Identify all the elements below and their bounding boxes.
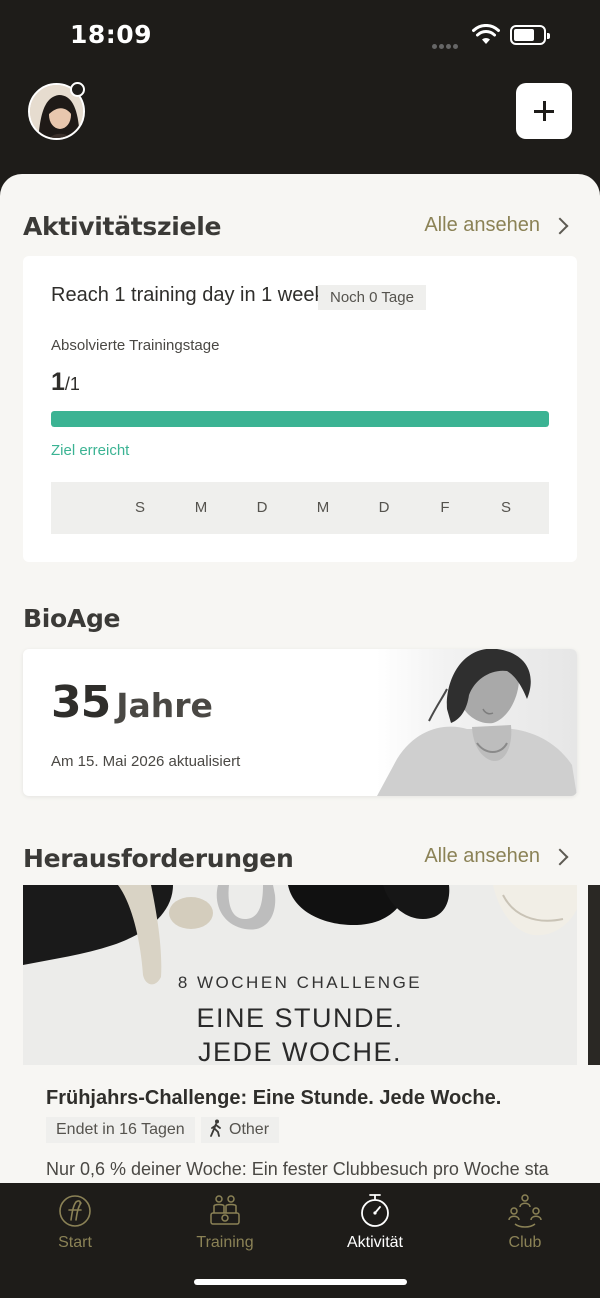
week-days-row: S M D M D F S [51, 482, 549, 534]
wifi-icon [472, 24, 500, 44]
section-title-challenges: Herausforderungen [23, 844, 294, 873]
tab-start[interactable]: Start [0, 1191, 150, 1252]
next-challenge-peek[interactable] [588, 885, 600, 1065]
bioage-updated-date: Am 15. Mai 2026 aktualisiert [51, 753, 241, 770]
tab-aktivitaet[interactable]: Aktivität [300, 1191, 450, 1252]
goal-count-value: 1 [51, 368, 65, 396]
goal-title: Reach 1 training day in 1 week [51, 284, 325, 306]
challenge-end-tag: Endet in 16 Tagen [46, 1117, 195, 1143]
bioage-photo [377, 649, 577, 796]
challenge-image-line2: JEDE WOCHE. [197, 1037, 402, 1065]
tab-label: Start [58, 1234, 92, 1251]
chevron-right-icon [551, 217, 569, 234]
notification-dot [70, 82, 85, 97]
signal-dots-icon [432, 36, 464, 49]
training-icon [210, 1195, 240, 1225]
challenge-image-line1: EINE STUNDE. [196, 1003, 404, 1033]
bioage-unit: Jahre [116, 686, 213, 725]
goal-remaining-badge: Noch 0 Tage [318, 285, 426, 310]
status-bar: 18:09 [0, 0, 600, 72]
bioage-value-row: 35 Jahre [51, 677, 213, 728]
main-content: Aktivitätsziele Alle ansehen Reach 1 tra… [0, 174, 600, 1184]
challenge-type-label: Other [229, 1121, 270, 1138]
start-logo-icon [59, 1195, 91, 1227]
weekday-label: S [134, 499, 145, 516]
weekday-label: F [440, 499, 450, 516]
goal-card[interactable]: Reach 1 training day in 1 week Noch 0 Ta… [23, 256, 577, 562]
tab-club[interactable]: Club [450, 1191, 600, 1252]
goal-count: 1/1 [51, 368, 80, 397]
stopwatch-icon [361, 1194, 389, 1227]
goal-count-total: /1 [64, 374, 80, 394]
weekday-label: M [316, 499, 330, 516]
challenges-see-all-link[interactable]: Alle ansehen [424, 845, 570, 868]
add-button[interactable] [516, 83, 572, 139]
challenge-description: Nur 0,6 % deiner Woche: Ein fester Clubb… [46, 1159, 549, 1179]
challenge-image[interactable]: 8 WOCHEN CHALLENGE EINE STUNDE. JEDE WOC… [23, 885, 577, 1065]
goal-status: Ziel erreicht [51, 442, 130, 459]
challenge-title: Frühjahrs-Challenge: Eine Stunde. Jede W… [46, 1087, 502, 1109]
tab-label: Aktivität [346, 1234, 403, 1251]
bioage-card[interactable]: 35 Jahre Am 15. Mai 2026 aktualisiert [23, 649, 577, 796]
tab-label: Club [508, 1234, 542, 1251]
tab-training[interactable]: Training [150, 1191, 300, 1252]
status-time: 18:09 [70, 20, 153, 49]
goal-progress-bar [51, 411, 549, 427]
weekday-label: D [378, 499, 390, 516]
challenge-image-overline: 8 WOCHEN CHALLENGE [177, 973, 423, 992]
bioage-value: 35 [51, 677, 111, 728]
section-title-bioage: BioAge [23, 604, 121, 633]
home-indicator [194, 1279, 407, 1285]
weekday-label: S [500, 499, 511, 516]
goal-subtitle: Absolvierte Trainingstage [51, 337, 220, 354]
chevron-right-icon [551, 848, 569, 865]
walking-person-icon [210, 1119, 221, 1137]
battery-icon [510, 25, 550, 45]
weekday-label: D [256, 499, 268, 516]
see-all-label: Alle ansehen [424, 845, 540, 867]
goals-see-all-link[interactable]: Alle ansehen [424, 214, 570, 237]
weekday-label: M [194, 499, 208, 516]
goal-progress-fill [51, 411, 549, 427]
challenge-type-tag: Other [201, 1117, 280, 1143]
club-people-icon [508, 1194, 542, 1228]
section-title-goals: Aktivitätsziele [23, 212, 222, 241]
see-all-label: Alle ansehen [424, 214, 540, 236]
tab-label: Training [196, 1234, 254, 1251]
